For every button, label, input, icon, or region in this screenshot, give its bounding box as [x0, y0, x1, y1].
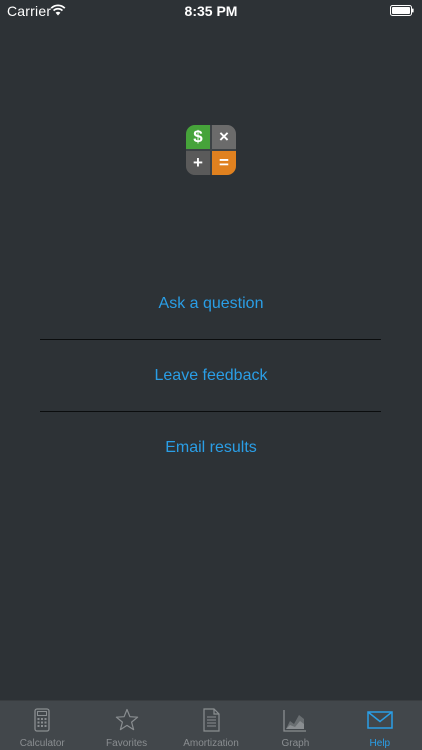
tab-help[interactable]: Help [338, 701, 422, 750]
logo-dollar-cell: $ [186, 125, 210, 149]
status-bar: Carrier 8:35 PM [0, 0, 422, 22]
star-icon [115, 708, 138, 731]
help-screen: Carrier 8:35 PM $ × + = Ask a question L… [0, 0, 422, 750]
tab-label: Amortization [183, 738, 239, 749]
tab-bar: Calculator Favorites Amortization Graph … [0, 700, 422, 750]
tab-favorites[interactable]: Favorites [84, 701, 168, 750]
calculator-icon [34, 708, 50, 732]
envelope-icon [367, 711, 393, 729]
logo-plus-cell: + [186, 151, 210, 175]
tab-label: Help [369, 738, 391, 749]
ask-question-link[interactable]: Ask a question [0, 268, 422, 339]
status-time: 8:35 PM [184, 3, 238, 19]
battery-icon [390, 5, 414, 16]
logo-equals-cell: = [212, 151, 236, 175]
tab-amortization[interactable]: Amortization [169, 701, 253, 750]
document-icon [203, 708, 220, 732]
app-logo: $ × + = [186, 125, 236, 175]
tab-graph[interactable]: Graph [253, 701, 337, 750]
help-menu: Ask a question Leave feedback Email resu… [0, 268, 422, 483]
leave-feedback-link[interactable]: Leave feedback [0, 340, 422, 411]
email-results-link[interactable]: Email results [0, 412, 422, 483]
graph-icon [283, 710, 307, 732]
tab-label: Favorites [106, 738, 148, 749]
tab-calculator[interactable]: Calculator [0, 701, 84, 750]
tab-label: Graph [281, 738, 310, 749]
logo-multiply-cell: × [212, 125, 236, 149]
tab-label: Calculator [19, 738, 65, 749]
